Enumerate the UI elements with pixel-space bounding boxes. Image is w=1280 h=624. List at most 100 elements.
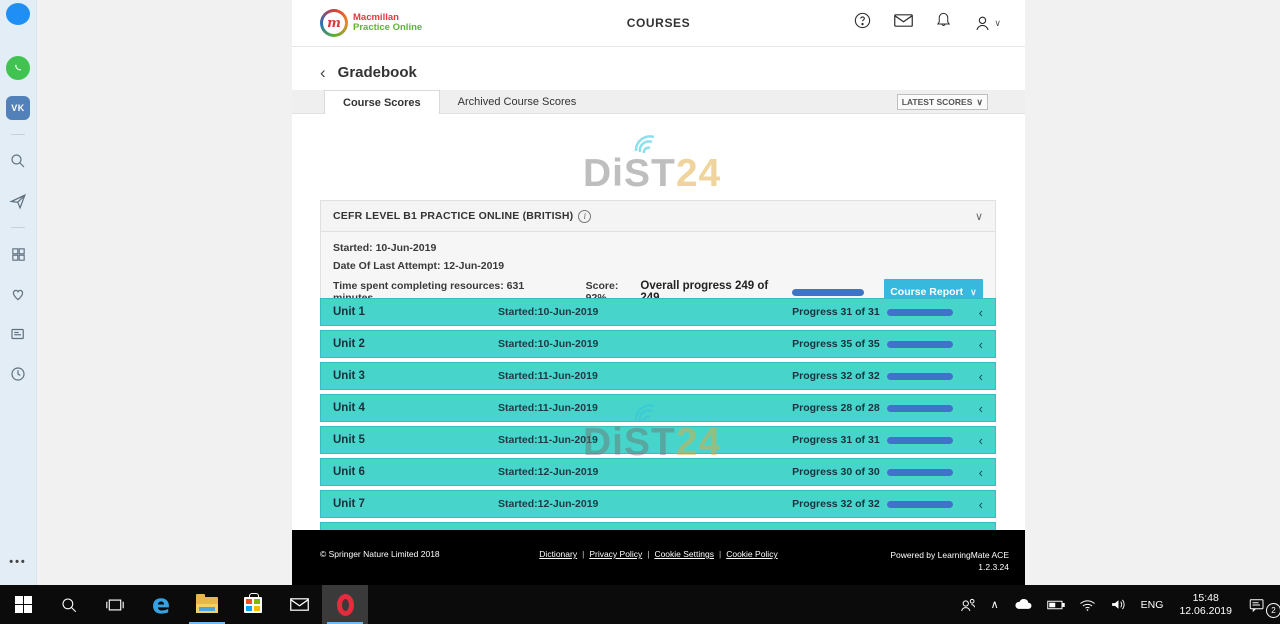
unit-row[interactable]: Unit 7 Started:12-Jun-2019 Progress 32 o… [320, 490, 996, 518]
course-started: Started: 10-Jun-2019 [333, 239, 983, 257]
chevron-down-icon[interactable]: ∨ [975, 210, 983, 223]
course-title: CEFR LEVEL B1 PRACTICE ONLINE (BRITISH) [333, 210, 573, 222]
unit-progress-bar [887, 405, 953, 412]
overall-progress-bar [792, 289, 864, 296]
unit-progress-bar [887, 501, 953, 508]
back-chevron-icon[interactable]: ‹ [320, 64, 326, 81]
opera-icon[interactable] [322, 585, 368, 624]
expand-chevron-icon[interactable]: ‹ [979, 338, 983, 351]
news-feed-icon[interactable] [0, 314, 36, 354]
account-menu[interactable]: ∨ [973, 14, 1001, 33]
action-center-icon[interactable]: 2 [1241, 585, 1280, 624]
vk-icon[interactable]: VK [0, 88, 36, 128]
page-content: m Macmillan Practice Online COURSES [292, 0, 1025, 585]
page-title: Gradebook [338, 64, 417, 81]
unit-row[interactable]: Unit 6 Started:12-Jun-2019 Progress 30 o… [320, 458, 996, 486]
expand-chevron-icon[interactable]: ‹ [979, 498, 983, 511]
unit-name: Unit 5 [333, 434, 498, 446]
user-icon [973, 14, 992, 33]
unit-started: Started:11-Jun-2019 [498, 370, 792, 382]
unit-started: Started:10-Jun-2019 [498, 306, 792, 318]
unit-started: Started:11-Jun-2019 [498, 402, 792, 414]
unit-name: Unit 4 [333, 402, 498, 414]
help-icon[interactable] [853, 11, 872, 35]
history-clock-icon[interactable] [0, 354, 36, 394]
volume-icon[interactable] [1103, 585, 1134, 624]
unit-started: Started:12-Jun-2019 [498, 498, 792, 510]
unit-row[interactable]: Unit 4 Started:11-Jun-2019 Progress 28 o… [320, 394, 996, 422]
whatsapp-icon[interactable] [0, 48, 36, 88]
windows-taskbar: e ∧ [0, 585, 1280, 624]
messenger-icon[interactable] [0, 0, 36, 40]
chevron-down-icon: ∨ [970, 287, 977, 298]
battery-icon[interactable] [1040, 585, 1072, 624]
course-last-attempt: Date Of Last Attempt: 12-Jun-2019 [333, 257, 983, 275]
expand-chevron-icon[interactable]: ‹ [979, 306, 983, 319]
expand-chevron-icon[interactable]: ‹ [979, 466, 983, 479]
date: 12.06.2019 [1179, 605, 1232, 618]
unit-progress-bar [887, 469, 953, 476]
footer-link-cookie-policy[interactable]: Cookie Policy [726, 549, 778, 559]
unit-progress-bar [887, 373, 953, 380]
app-header: m Macmillan Practice Online COURSES [292, 0, 1025, 47]
microsoft-store-icon[interactable] [230, 585, 276, 624]
start-button-icon[interactable] [0, 585, 46, 624]
people-icon[interactable] [952, 585, 984, 624]
footer-link-cookie-settings[interactable]: Cookie Settings [654, 549, 714, 559]
footer-link-dictionary[interactable]: Dictionary [539, 549, 577, 559]
unit-progress-label: Progress 32 of 32 [792, 370, 880, 382]
unit-started: Started:12-Jun-2019 [498, 466, 792, 478]
clock[interactable]: 15:48 12.06.2019 [1170, 592, 1241, 618]
onedrive-cloud-icon[interactable] [1006, 585, 1040, 624]
task-view-icon[interactable] [92, 585, 138, 624]
tab-course-scores[interactable]: Course Scores [324, 90, 440, 114]
heart-icon[interactable] [0, 274, 36, 314]
site-footer: © Springer Nature Limited 2018 Dictionar… [292, 530, 1025, 585]
notification-badge: 2 [1266, 603, 1280, 618]
unit-name: Unit 2 [333, 338, 498, 350]
search-icon[interactable] [0, 141, 36, 181]
unit-started: Started:10-Jun-2019 [498, 338, 792, 350]
powered-by: Powered by LearningMate ACE [890, 549, 1009, 561]
file-explorer-icon[interactable] [184, 585, 230, 624]
expand-chevron-icon[interactable]: ‹ [979, 434, 983, 447]
unit-row[interactable]: Unit 1 Started:10-Jun-2019 Progress 31 o… [320, 298, 996, 326]
chevron-down-icon: ∨ [994, 18, 1001, 29]
unit-name: Unit 3 [333, 370, 498, 382]
expand-chevron-icon[interactable]: ‹ [979, 402, 983, 415]
unit-name: Unit 1 [333, 306, 498, 318]
unit-progress-label: Progress 28 of 28 [792, 402, 880, 414]
tab-archived-course-scores[interactable]: Archived Course Scores [440, 90, 595, 113]
latest-scores-dropdown[interactable]: LATEST SCORES ∨ [897, 94, 988, 110]
unit-name: Unit 7 [333, 498, 498, 510]
mail-icon[interactable] [893, 12, 914, 34]
unit-row[interactable]: Unit 5 Started:11-Jun-2019 Progress 31 o… [320, 426, 996, 454]
unit-row[interactable]: Unit 3 Started:11-Jun-2019 Progress 32 o… [320, 362, 996, 390]
expand-chevron-icon[interactable]: ‹ [979, 370, 983, 383]
unit-row[interactable]: Unit 2 Started:10-Jun-2019 Progress 35 o… [320, 330, 996, 358]
notifications-bell-icon[interactable] [935, 11, 952, 35]
wifi-icon[interactable] [1072, 585, 1103, 624]
course-panel-header[interactable]: CEFR LEVEL B1 PRACTICE ONLINE (BRITISH) … [320, 200, 996, 232]
chevron-down-icon: ∨ [976, 97, 983, 108]
taskbar-search-icon[interactable] [46, 585, 92, 624]
hidden-icons-chevron-icon[interactable]: ∧ [984, 585, 1006, 624]
version: 1.2.3.24 [890, 561, 1009, 573]
apps-grid-icon[interactable] [0, 234, 36, 274]
footer-link-privacy-policy[interactable]: Privacy Policy [589, 549, 642, 559]
more-icon[interactable]: ••• [0, 542, 36, 582]
divider [11, 227, 25, 228]
language-indicator[interactable]: ENG [1134, 585, 1171, 624]
unit-name: Unit 6 [333, 466, 498, 478]
info-icon[interactable]: i [578, 210, 591, 223]
screen: VK ••• m Macmillan [0, 0, 1280, 624]
unit-progress-label: Progress 32 of 32 [792, 498, 880, 510]
unit-progress-bar [887, 309, 953, 316]
unit-progress-label: Progress 31 of 31 [792, 306, 880, 318]
send-icon[interactable] [0, 181, 36, 221]
edge-icon[interactable]: e [138, 585, 184, 624]
unit-progress-bar [887, 341, 953, 348]
mail-app-icon[interactable] [276, 585, 322, 624]
unit-started: Started:11-Jun-2019 [498, 434, 792, 446]
unit-progress-label: Progress 35 of 35 [792, 338, 880, 350]
